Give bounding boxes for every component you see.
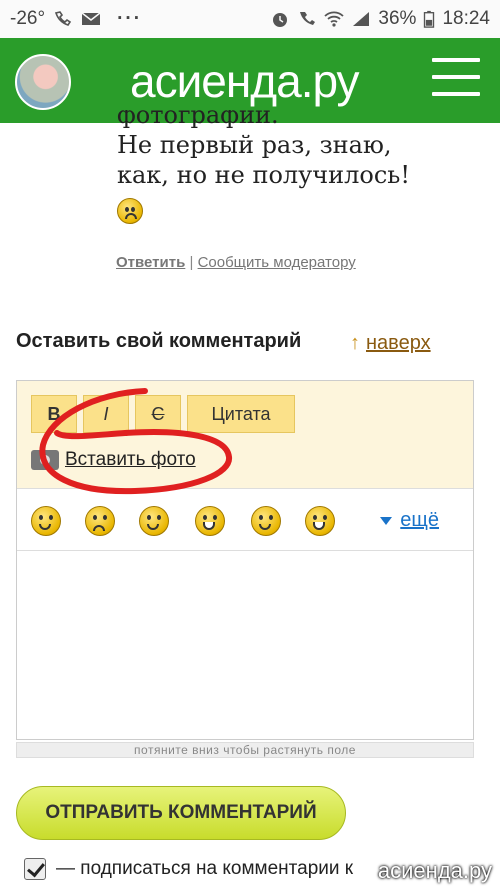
temperature-label: -26° bbox=[10, 8, 46, 29]
camera-icon bbox=[31, 450, 59, 470]
hamburger-icon[interactable] bbox=[432, 58, 480, 98]
clock: 18:24 bbox=[442, 8, 490, 29]
more-notifications: ··· bbox=[117, 8, 143, 29]
sad-smiley-icon bbox=[117, 197, 143, 224]
report-moderator-link[interactable]: Сообщить модератору bbox=[198, 254, 356, 271]
alarm-icon bbox=[270, 10, 290, 28]
comment-line: Не первый раз, знаю, bbox=[117, 131, 392, 159]
call-icon bbox=[297, 10, 317, 28]
battery-percent: 36% bbox=[378, 8, 417, 29]
comment-editor: B I C Цитата Вставить фото ещё bbox=[16, 380, 474, 740]
subscribe-label: — подписаться на комментарии к bbox=[56, 858, 354, 879]
comment-clipped-line: фотографии. bbox=[117, 110, 279, 129]
editor-toolbar: B I C Цитата Вставить фото bbox=[17, 381, 473, 495]
actions-separator: | bbox=[189, 254, 194, 271]
quote-button[interactable]: Цитата bbox=[187, 395, 295, 433]
grin-icon[interactable] bbox=[195, 506, 225, 536]
wink-icon[interactable] bbox=[139, 506, 169, 536]
comment-actions: Ответить | Сообщить модератору bbox=[116, 254, 356, 271]
missed-call-icon bbox=[53, 10, 73, 28]
site-logo-title[interactable]: асиенда.ру bbox=[130, 54, 360, 108]
italic-button[interactable]: I bbox=[83, 395, 129, 433]
wifi-icon bbox=[324, 10, 345, 28]
up-arrow-icon: ↑ bbox=[350, 332, 360, 354]
strikethrough-button[interactable]: C bbox=[135, 395, 181, 433]
resize-handle[interactable]: потяните вниз чтобы растянуть поле bbox=[16, 742, 474, 758]
comment-textarea[interactable] bbox=[17, 551, 473, 739]
mail-icon bbox=[81, 10, 101, 28]
reply-link[interactable]: Ответить bbox=[116, 254, 185, 271]
bold-button[interactable]: B bbox=[31, 395, 77, 433]
watermark: асиенда.ру bbox=[377, 858, 492, 883]
avatar[interactable] bbox=[15, 54, 71, 110]
battery-icon bbox=[423, 10, 435, 28]
smile-icon[interactable] bbox=[31, 506, 61, 536]
frown-icon[interactable] bbox=[85, 506, 115, 536]
submit-comment-button[interactable]: ОТПРАВИТЬ КОММЕНТАРИЙ bbox=[16, 786, 346, 840]
insert-photo-link[interactable]: Вставить фото bbox=[65, 449, 196, 471]
status-bar: -26° ··· 36% 18:24 bbox=[0, 0, 500, 38]
more-smileys-link[interactable]: ещё bbox=[400, 509, 439, 531]
back-to-top-link[interactable]: наверх bbox=[366, 332, 431, 354]
leave-comment-title: Оставить свой комментарий bbox=[16, 330, 302, 352]
more-smileys: ещё bbox=[380, 509, 439, 532]
insert-photo: Вставить фото bbox=[31, 449, 196, 471]
triangle-down-icon bbox=[380, 516, 393, 525]
back-to-top: ↑ наверх bbox=[350, 332, 431, 355]
comment-body: фотографии. Не первый раз, знаю, как, но… bbox=[117, 110, 457, 224]
subscribe-row: — подписаться на комментарии к bbox=[24, 858, 353, 880]
subscribe-checkbox[interactable] bbox=[24, 858, 46, 880]
thumbs-up-icon[interactable] bbox=[251, 506, 281, 536]
smiley-bar: ещё bbox=[17, 489, 473, 551]
signal-icon bbox=[351, 10, 371, 28]
laugh-icon[interactable] bbox=[305, 506, 335, 536]
comment-line: как, но не получилось! bbox=[117, 161, 410, 189]
